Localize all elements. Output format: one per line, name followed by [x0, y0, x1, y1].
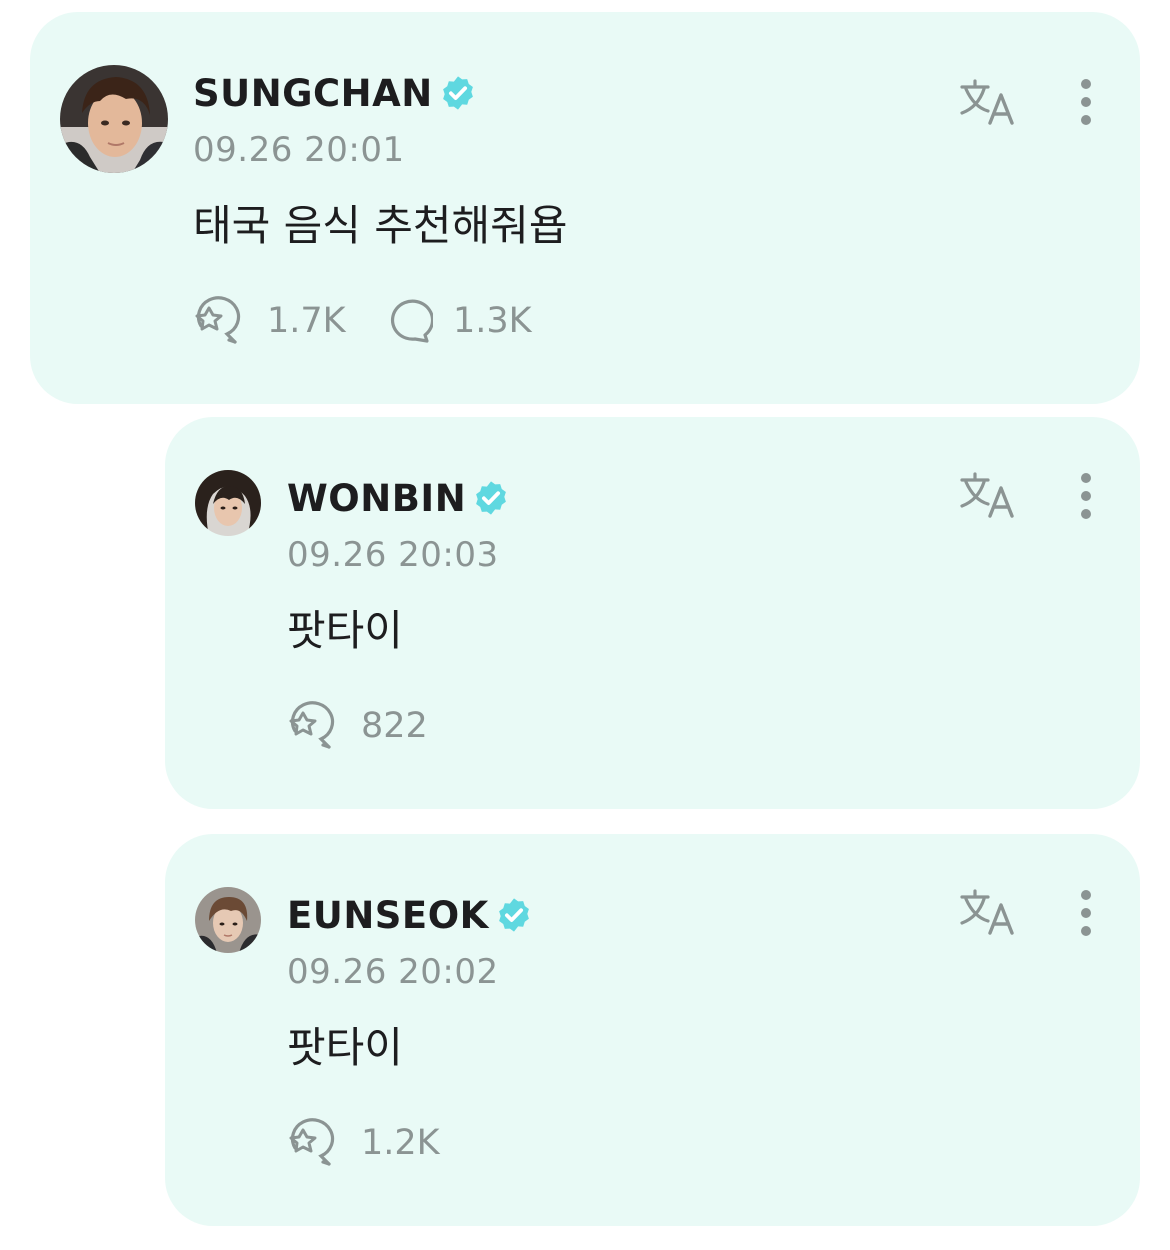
avatar[interactable] — [195, 470, 261, 536]
comment-count: 1.3K — [453, 301, 532, 341]
author-name[interactable]: WONBIN — [287, 477, 466, 520]
post-card[interactable]: SUNGCHAN 09.26 20:01 태국 음식 추천해줘욥 1.7K 1.… — [30, 12, 1140, 404]
post-text: 팟타이 — [287, 1023, 403, 1072]
more-options-button[interactable] — [1066, 468, 1106, 524]
verified-badge-icon — [472, 479, 510, 517]
author-name[interactable]: EUNSEOK — [287, 894, 489, 937]
like-count: 1.2K — [361, 1123, 440, 1163]
translate-button[interactable] — [952, 465, 1022, 525]
speech-bubble-icon — [390, 299, 433, 343]
avatar[interactable] — [195, 887, 261, 953]
like-action[interactable]: 822 — [287, 701, 428, 751]
author-name[interactable]: SUNGCHAN — [193, 72, 433, 115]
translate-button[interactable] — [952, 72, 1022, 132]
verified-badge-icon — [495, 896, 533, 934]
like-action[interactable]: 1.7K — [193, 296, 346, 346]
timestamp: 09.26 20:02 — [287, 952, 499, 992]
author-row: EUNSEOK — [287, 892, 533, 938]
more-vertical-icon — [1081, 890, 1091, 936]
reply-card[interactable]: EUNSEOK 09.26 20:02 팟타이 1.2K — [165, 834, 1140, 1226]
translate-icon — [960, 472, 1014, 518]
more-vertical-icon — [1081, 79, 1091, 125]
star-bubble-icon — [289, 701, 335, 749]
like-action[interactable]: 1.2K — [287, 1118, 440, 1168]
author-row: SUNGCHAN — [193, 70, 477, 116]
avatar[interactable] — [60, 65, 168, 173]
like-count: 822 — [361, 706, 428, 746]
post-text: 팟타이 — [287, 606, 403, 655]
like-count: 1.7K — [267, 301, 346, 341]
post-text: 태국 음식 추천해줘욥 — [193, 201, 568, 250]
timestamp: 09.26 20:03 — [287, 535, 499, 575]
comment-action[interactable]: 1.3K — [385, 296, 532, 346]
star-bubble-icon — [289, 1118, 335, 1166]
more-vertical-icon — [1081, 473, 1091, 519]
star-bubble-icon — [195, 296, 241, 344]
author-row: WONBIN — [287, 475, 510, 521]
translate-button[interactable] — [952, 882, 1022, 942]
timestamp: 09.26 20:01 — [193, 130, 405, 170]
translate-icon — [960, 889, 1014, 935]
more-options-button[interactable] — [1066, 885, 1106, 941]
verified-badge-icon — [439, 74, 477, 112]
more-options-button[interactable] — [1066, 74, 1106, 130]
translate-icon — [960, 79, 1014, 125]
reply-card[interactable]: WONBIN 09.26 20:03 팟타이 822 — [165, 417, 1140, 809]
